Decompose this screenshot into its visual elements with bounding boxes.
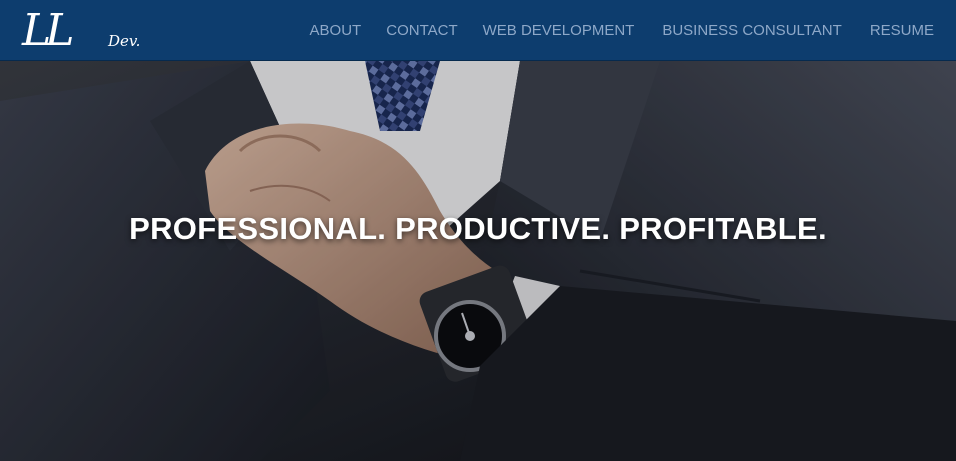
- nav-link-business-consultant[interactable]: BUSINESS CONSULTANT: [662, 22, 841, 39]
- hero-headline: PROFESSIONAL. PRODUCTIVE. PROFITABLE.: [129, 211, 827, 246]
- main-nav: ABOUT CONTACT WEB DEVELOPMENT BUSINESS C…: [310, 0, 934, 61]
- nav-link-contact[interactable]: CONTACT: [386, 22, 457, 39]
- hero-banner: PROFESSIONAL. PRODUCTIVE. PROFITABLE.: [0, 61, 956, 461]
- nav-link-web-development[interactable]: WEB DEVELOPMENT: [483, 22, 635, 39]
- logo-initials: LL: [22, 5, 74, 56]
- nav-link-resume[interactable]: RESUME: [870, 22, 934, 39]
- hero-photo: [0, 61, 956, 461]
- top-navbar: LL Dev. ABOUT CONTACT WEB DEVELOPMENT BU…: [0, 0, 956, 61]
- site-logo[interactable]: LL Dev.: [22, 2, 152, 60]
- nav-link-about[interactable]: ABOUT: [310, 22, 362, 39]
- logo-suffix: Dev.: [108, 32, 141, 50]
